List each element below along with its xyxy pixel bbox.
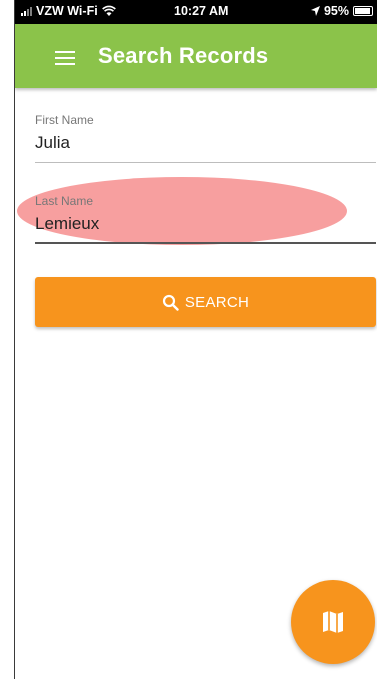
map-fab-button[interactable] — [291, 580, 375, 664]
carrier-label: VZW Wi-Fi — [36, 4, 98, 18]
app-bar: Search Records — [15, 24, 377, 88]
first-name-input[interactable] — [35, 133, 376, 153]
last-name-field: Last Name — [35, 194, 376, 244]
map-icon — [323, 611, 343, 633]
battery-icon — [353, 6, 373, 16]
page-title: Search Records — [98, 43, 269, 68]
signal-icon — [21, 6, 32, 16]
status-time: 10:27 AM — [174, 4, 229, 18]
phone-screen: VZW Wi-Fi 10:27 AM 95% Search Records Fi… — [14, 0, 377, 679]
location-arrow-icon — [310, 6, 320, 16]
search-button[interactable]: SEARCH — [35, 277, 376, 327]
first-name-underline — [35, 162, 376, 163]
hamburger-menu-icon[interactable] — [55, 51, 75, 65]
wifi-icon — [101, 5, 116, 16]
last-name-input[interactable] — [35, 214, 376, 234]
status-right: 95% — [310, 4, 373, 18]
last-name-underline — [35, 242, 376, 244]
first-name-field: First Name — [35, 113, 376, 163]
last-name-label: Last Name — [35, 194, 94, 208]
status-bar: VZW Wi-Fi 10:27 AM 95% — [15, 0, 377, 24]
search-button-label: SEARCH — [184, 293, 250, 311]
battery-percent: 95% — [323, 4, 349, 18]
search-icon — [162, 294, 179, 311]
status-left: VZW Wi-Fi — [21, 4, 116, 18]
first-name-label: First Name — [35, 113, 94, 127]
